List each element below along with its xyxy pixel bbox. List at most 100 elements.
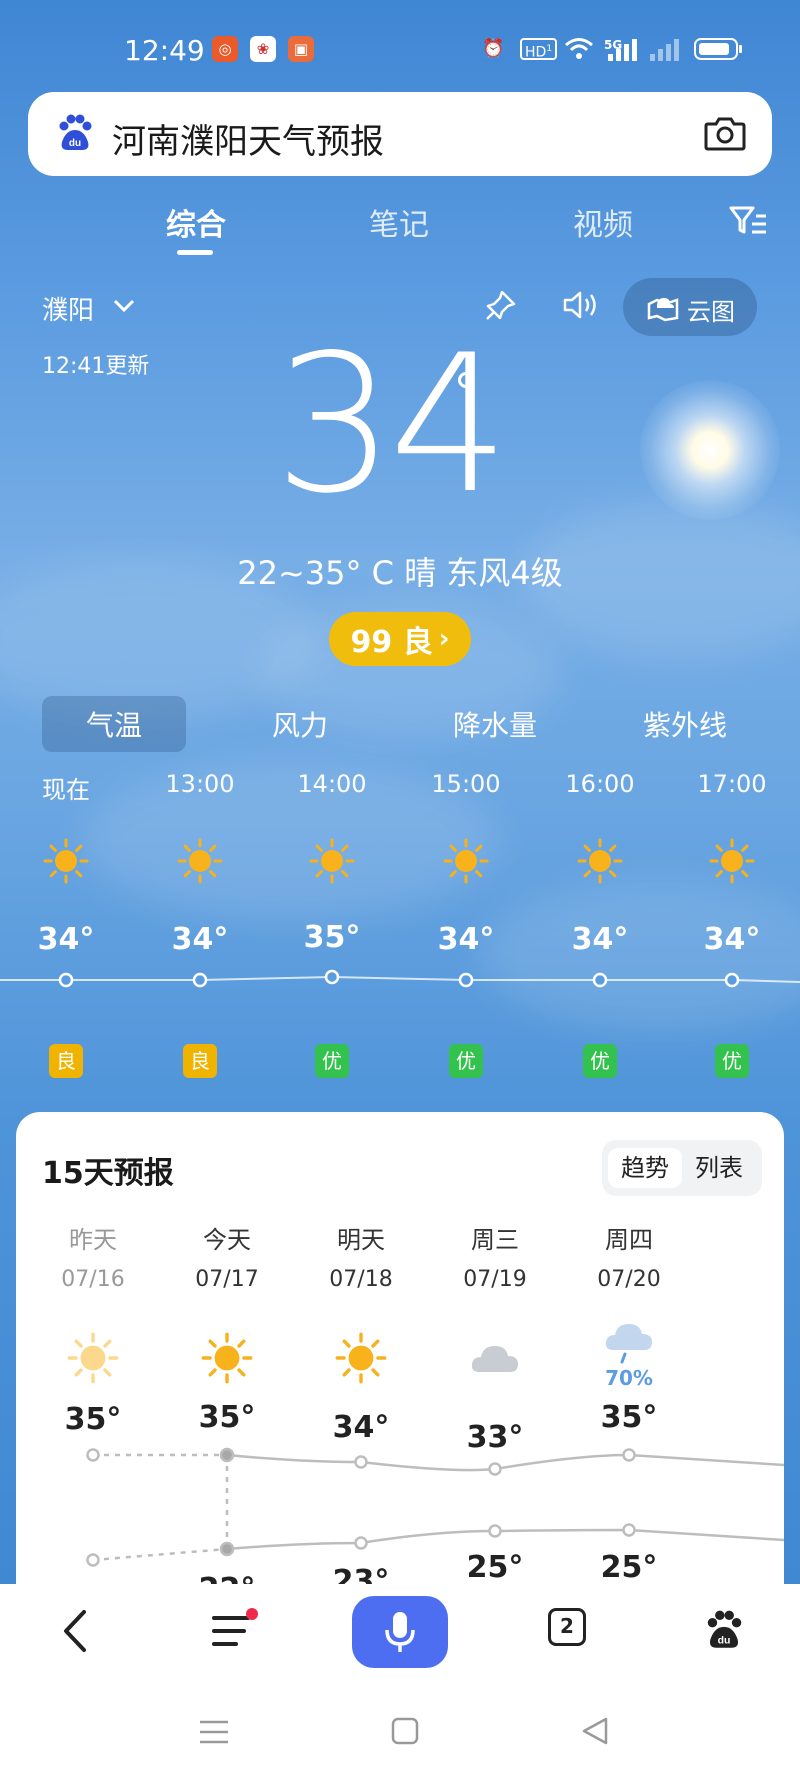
home-nav-icon[interactable]: [390, 1716, 420, 1746]
chevron-down-icon[interactable]: [112, 296, 136, 316]
cloud-map-button[interactable]: 云图: [623, 278, 757, 336]
hourly-line-path: [0, 975, 800, 983]
metric-tab-uv[interactable]: 紫外线: [610, 704, 760, 744]
svg-text:du: du: [718, 1636, 731, 1647]
hourly-item[interactable]: 15:00 34°: [406, 770, 526, 957]
hourly-item[interactable]: 16:00 34°: [540, 770, 660, 957]
high-temp-point: [488, 1462, 502, 1476]
recents-menu-icon[interactable]: [198, 1718, 230, 1746]
tabs-count-button[interactable]: 2: [548, 1608, 586, 1646]
hourly-point: [324, 969, 340, 985]
low-temp-point: [219, 1541, 235, 1557]
search-query[interactable]: 河南濮阳天气预报: [112, 114, 384, 163]
high-temp-line: [226, 1453, 784, 1472]
forecast-15-day-card: 15天预报 趋势 列表 昨天07/1635°今天07/1735°22°明天07/…: [16, 1112, 784, 1612]
low-temp-point: [354, 1536, 368, 1550]
tab-notes[interactable]: 笔记: [369, 200, 429, 244]
hourly-time: 14:00: [297, 770, 367, 798]
hourly-time: 现在: [42, 776, 90, 804]
back-icon[interactable]: [58, 1608, 90, 1654]
low-temp-point: [488, 1524, 502, 1538]
hourly-time: 13:00: [165, 770, 235, 798]
baidu-home-icon[interactable]: du: [702, 1608, 746, 1652]
hourly-point: [724, 972, 740, 988]
app-notification-icon: ❀: [250, 36, 276, 62]
sun-icon: [43, 838, 89, 884]
hourly-point: [592, 972, 608, 988]
svg-text:du: du: [69, 138, 81, 149]
hourly-icon-wrap: [43, 838, 89, 884]
low-temp-line-past: [92, 1547, 228, 1562]
battery-icon: [694, 38, 742, 60]
hourly-point: [58, 972, 74, 988]
book-app-icon: ▣: [288, 36, 314, 62]
aqi-value: 99 良: [350, 625, 433, 660]
high-temp-point: [354, 1455, 368, 1469]
signal-icon: [608, 39, 637, 61]
wifi-icon: [565, 38, 593, 59]
camera-icon[interactable]: [704, 114, 746, 152]
update-time: 12:41更新: [42, 354, 150, 379]
low-temp-point: [86, 1553, 100, 1567]
hourly-temp: 34°: [437, 922, 495, 957]
alarm-icon: ⏰: [482, 38, 505, 59]
sun-icon: [309, 838, 355, 884]
sun-icon: [709, 838, 755, 884]
current-temperature: 34: [274, 314, 510, 535]
hourly-icon-wrap: [443, 838, 489, 884]
daily-trend-lines: [86, 1447, 784, 1567]
hourly-temp: 34°: [171, 922, 229, 957]
hourly-item[interactable]: 13:00 34°: [140, 770, 260, 957]
hourly-item[interactable]: 现在 34°: [6, 770, 126, 957]
status-bar: 12:49 ◎ ❀ ▣ ⏰ HD1 5G: [0, 0, 800, 92]
menu-icon[interactable]: [210, 1608, 258, 1654]
weather-summary: 22~35° C 晴 东风4级: [237, 554, 563, 592]
sun-icon: [177, 838, 223, 884]
active-tab-indicator: [177, 250, 213, 255]
system-navigation-bar: [0, 1680, 800, 1778]
chevron-right-icon: ›: [438, 624, 450, 654]
hourly-item[interactable]: 17:00 34°: [672, 770, 792, 957]
high-temp-point: [622, 1448, 636, 1462]
sun-icon: [577, 838, 623, 884]
speaker-icon[interactable]: [562, 288, 600, 322]
back-nav-icon[interactable]: [580, 1716, 610, 1746]
metric-tab-wind[interactable]: 风力: [240, 704, 360, 744]
hourly-icon-wrap: [309, 838, 355, 884]
air-quality-badge: 优: [583, 1044, 617, 1078]
voice-search-button[interactable]: [352, 1596, 448, 1668]
high-temp-point: [86, 1448, 100, 1462]
hourly-icon-wrap: [577, 838, 623, 884]
low-temp-line: [226, 1528, 784, 1551]
air-quality-badge: 优: [715, 1044, 749, 1078]
air-quality-badge: 优: [315, 1044, 349, 1078]
tabs-count: 2: [560, 1614, 574, 1638]
metric-tab-temperature[interactable]: 气温: [42, 704, 186, 744]
filter-icon[interactable]: [728, 204, 768, 238]
sun-icon: [443, 838, 489, 884]
cloud-map-icon: [647, 298, 679, 322]
degree-symbol: [458, 372, 474, 388]
tab-video[interactable]: 视频: [573, 200, 633, 244]
cloud-map-label: 云图: [687, 298, 735, 326]
city-selector[interactable]: 濮阳: [42, 290, 94, 327]
low-temp-point: [622, 1523, 636, 1537]
aqi-badge[interactable]: 99 良 ›: [329, 612, 471, 666]
signal-icon-secondary: [650, 39, 679, 61]
hourly-point: [192, 972, 208, 988]
hourly-temperature-line: [0, 969, 800, 988]
result-tabs: 综合 笔记 视频: [0, 200, 800, 260]
status-time: 12:49: [124, 34, 205, 67]
air-quality-badge: 良: [183, 1044, 217, 1078]
hourly-time: 17:00: [697, 770, 767, 798]
tab-comprehensive[interactable]: 综合: [166, 200, 226, 244]
hourly-temp: 35°: [303, 920, 361, 955]
hourly-point: [458, 972, 474, 988]
hourly-item[interactable]: 14:00 35°: [272, 770, 392, 955]
hourly-time: 16:00: [565, 770, 635, 798]
search-bar[interactable]: du 河南濮阳天气预报: [28, 92, 772, 176]
air-quality-badge: 良: [49, 1044, 83, 1078]
high-temp-point: [219, 1447, 235, 1463]
microphone-icon: [385, 1612, 415, 1652]
metric-tab-precipitation[interactable]: 降水量: [420, 704, 570, 744]
